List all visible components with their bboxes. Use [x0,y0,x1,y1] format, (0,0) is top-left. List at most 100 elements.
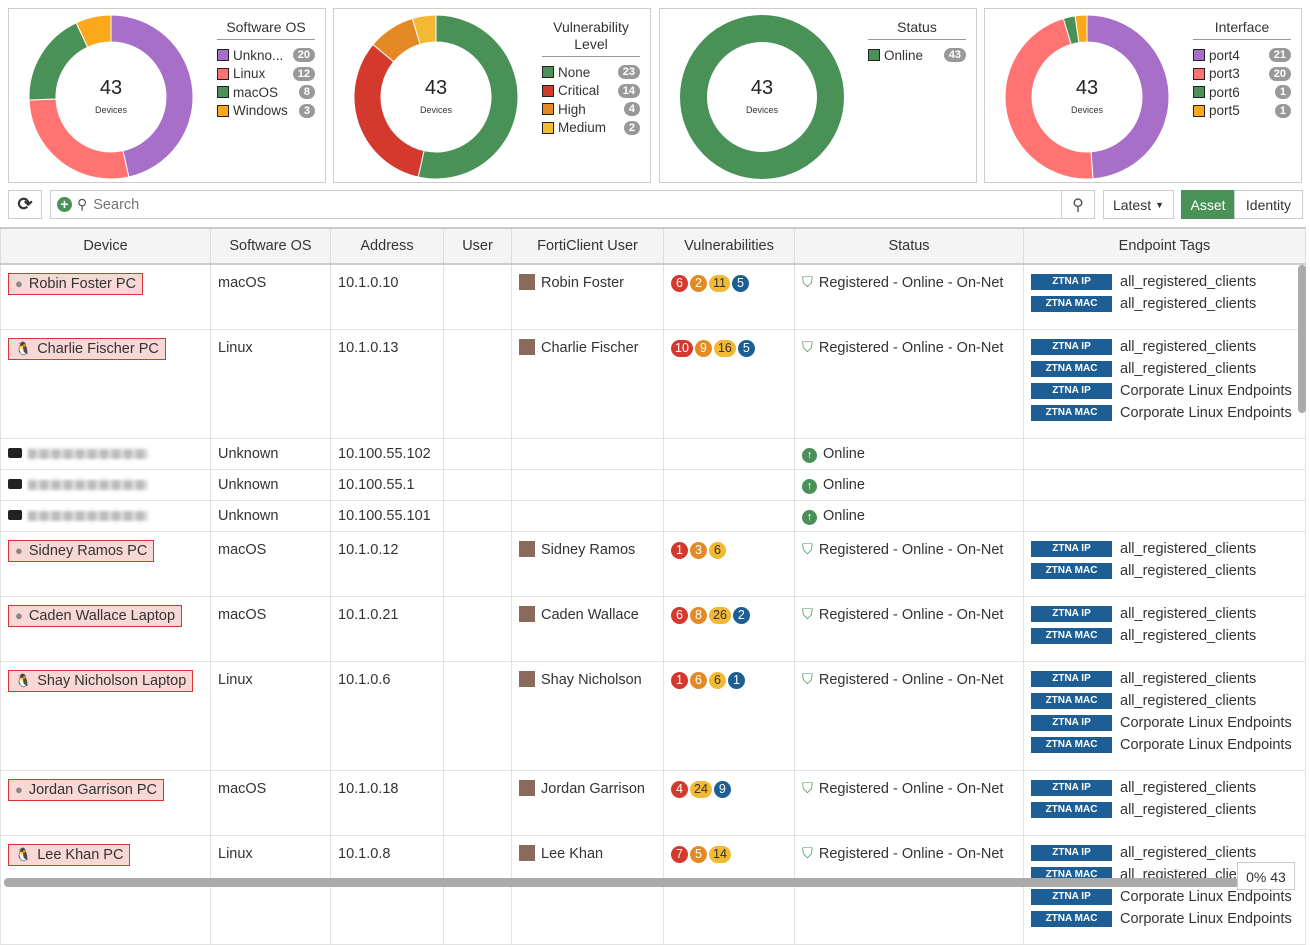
endpoint-tag[interactable]: ZTNA MAC Corporate Linux Endpoints [1031,402,1298,424]
endpoint-tag[interactable]: ZTNA MAC Corporate Linux Endpoints [1031,734,1298,756]
endpoint-tag[interactable]: ZTNA IP all_registered_clients [1031,336,1298,358]
vulnerability-badge-critical[interactable]: 6 [671,607,688,624]
table-row[interactable]: 🐧 Shay Nicholson Laptop Linux 10.1.0.6 Sh… [0,661,1306,771]
table-row[interactable]: 🐧 Lee Khan PC Linux 10.1.0.8 Lee Khan 751… [0,835,1306,945]
tag-type: ZTNA MAC [1031,628,1112,644]
vulnerability-badge-medium[interactable]: 6 [709,672,726,689]
endpoint-tag[interactable]: ZTNA MAC Corporate Linux Endpoints [1031,908,1298,930]
forticlient-user[interactable]: Shay Nicholson [541,672,642,688]
legend-item[interactable]: Online 43 [868,46,966,65]
endpoint-tag[interactable]: ZTNA IP all_registered_clients [1031,668,1298,690]
endpoint-tag[interactable]: ZTNA MAC all_registered_clients [1031,293,1298,315]
forticlient-user[interactable]: Robin Foster [541,275,624,291]
endpoint-tag[interactable]: ZTNA MAC all_registered_clients [1031,358,1298,380]
forticlient-user[interactable]: Charlie Fischer [541,340,639,356]
endpoint-tag[interactable]: ZTNA MAC all_registered_clients [1031,799,1298,821]
forticlient-user[interactable]: Sidney Ramos [541,542,635,558]
horizontal-scrollbar[interactable] [4,878,1239,887]
column-header[interactable]: Endpoint Tags [1023,227,1306,265]
vertical-scrollbar[interactable] [1298,265,1306,413]
legend-item[interactable]: High 4 [542,100,640,119]
table-row[interactable]: Unknown 10.100.55.1 ↑ Online [0,469,1306,501]
endpoint-tag[interactable]: ZTNA IP Corporate Linux Endpoints [1031,380,1298,402]
column-header[interactable]: Device [0,227,211,265]
table-row[interactable]: ● Caden Wallace Laptop macOS 10.1.0.21 Ca… [0,596,1306,662]
vulnerability-badge-low[interactable]: 9 [713,781,731,798]
legend-item[interactable]: port3 20 [1193,65,1291,84]
column-header[interactable]: Vulnerabilities [663,227,795,265]
vulnerability-badge-critical[interactable]: 1 [671,672,688,689]
refresh-button[interactable]: ⟳ [8,190,42,219]
vulnerability-badge-high[interactable]: 5 [690,846,707,863]
device-link[interactable]: 🐧 Charlie Fischer PC [8,338,166,360]
vulnerability-badge-critical[interactable]: 4 [671,781,688,798]
vulnerability-badge-low[interactable]: 5 [737,340,755,357]
search-bar[interactable]: + ⚲ [50,190,1062,219]
legend-item[interactable]: macOS 8 [217,83,315,102]
vulnerability-badge-high[interactable]: 9 [694,340,712,357]
legend-item[interactable]: Windows 3 [217,102,315,121]
device-link[interactable]: ● Sidney Ramos PC [8,540,155,562]
legend-item[interactable]: None 23 [542,63,640,82]
device-link[interactable]: ● Robin Foster PC [8,273,144,295]
vulnerability-badge-high[interactable]: 3 [690,542,707,559]
endpoint-tag[interactable]: ZTNA IP all_registered_clients [1031,538,1298,560]
vulnerability-badge-critical[interactable]: 6 [671,275,688,292]
legend-item[interactable]: Medium 2 [542,119,640,138]
endpoint-tag[interactable]: ZTNA IP all_registered_clients [1031,777,1298,799]
column-header[interactable]: Address [330,227,444,265]
vulnerability-badge-high[interactable]: 8 [690,607,707,624]
table-row[interactable]: ● Sidney Ramos PC macOS 10.1.0.12 Sidney … [0,531,1306,597]
forticlient-user[interactable]: Jordan Garrison [541,781,645,797]
vulnerability-badge-low[interactable]: 5 [731,275,749,292]
add-filter-icon[interactable]: + [57,197,72,212]
endpoint-tag[interactable]: ZTNA IP all_registered_clients [1031,842,1298,864]
vulnerability-badge-medium[interactable]: 26 [709,607,731,624]
vulnerability-badge-high[interactable]: 6 [690,672,707,689]
device-link[interactable]: 🐧 Shay Nicholson Laptop [8,670,194,692]
table-row[interactable]: ● Jordan Garrison PC macOS 10.1.0.18 Jord… [0,770,1306,836]
vulnerability-badge-low[interactable]: 1 [728,672,745,689]
search-input[interactable] [91,195,992,214]
legend-item[interactable]: Unkno... 20 [217,46,315,65]
device-link[interactable]: ● Jordan Garrison PC [8,779,164,801]
search-button[interactable]: ⚲ [1061,190,1095,219]
table-row[interactable]: Unknown 10.100.55.102 ↑ Online [0,438,1306,470]
table-row[interactable]: 🐧 Charlie Fischer PC Linux 10.1.0.13 Char… [0,329,1306,439]
table-row[interactable]: Unknown 10.100.55.101 ↑ Online [0,500,1306,532]
vulnerability-badge-critical[interactable]: 10 [671,340,693,357]
device-link[interactable]: ● Caden Wallace Laptop [8,605,183,627]
vulnerability-badge-critical[interactable]: 7 [671,846,688,863]
endpoint-tag[interactable]: ZTNA IP all_registered_clients [1031,603,1298,625]
legend-item[interactable]: Critical 14 [542,82,640,101]
vulnerability-badge-medium[interactable]: 11 [709,275,730,292]
forticlient-user[interactable]: Lee Khan [541,846,603,862]
legend-item[interactable]: port4 21 [1193,46,1291,65]
legend-item[interactable]: port5 1 [1193,102,1291,121]
endpoint-tag[interactable]: ZTNA MAC all_registered_clients [1031,560,1298,582]
table-row[interactable]: ● Robin Foster PC macOS 10.1.0.10 Robin F… [0,263,1306,330]
legend-item[interactable]: port6 1 [1193,83,1291,102]
column-header[interactable]: FortiClient User [511,227,664,265]
vulnerability-badge-medium[interactable]: 6 [709,542,726,559]
latest-dropdown[interactable]: Latest ▼ [1103,190,1174,219]
endpoint-tag[interactable]: ZTNA MAC all_registered_clients [1031,690,1298,712]
vulnerability-badge-low[interactable]: 2 [732,607,750,624]
vulnerability-badge-medium[interactable]: 16 [713,340,736,357]
vulnerability-badge-medium[interactable]: 14 [709,846,731,863]
vulnerability-badge-high[interactable]: 2 [690,275,707,292]
column-header[interactable]: Software OS [210,227,331,265]
legend-item[interactable]: Linux 12 [217,65,315,84]
identity-tab[interactable]: Identity [1234,190,1303,219]
endpoint-tag[interactable]: ZTNA MAC all_registered_clients [1031,625,1298,647]
column-header[interactable]: User [443,227,512,265]
column-header[interactable]: Status [794,227,1024,265]
forticlient-user[interactable]: Caden Wallace [541,607,639,623]
asset-tab[interactable]: Asset [1181,190,1235,219]
user-cell [443,531,512,597]
vulnerability-badge-medium[interactable]: 24 [690,781,712,798]
endpoint-tag[interactable]: ZTNA IP Corporate Linux Endpoints [1031,712,1298,734]
endpoint-tag[interactable]: ZTNA IP all_registered_clients [1031,271,1298,293]
device-link[interactable]: 🐧 Lee Khan PC [8,844,131,866]
vulnerability-badge-critical[interactable]: 1 [671,542,688,559]
